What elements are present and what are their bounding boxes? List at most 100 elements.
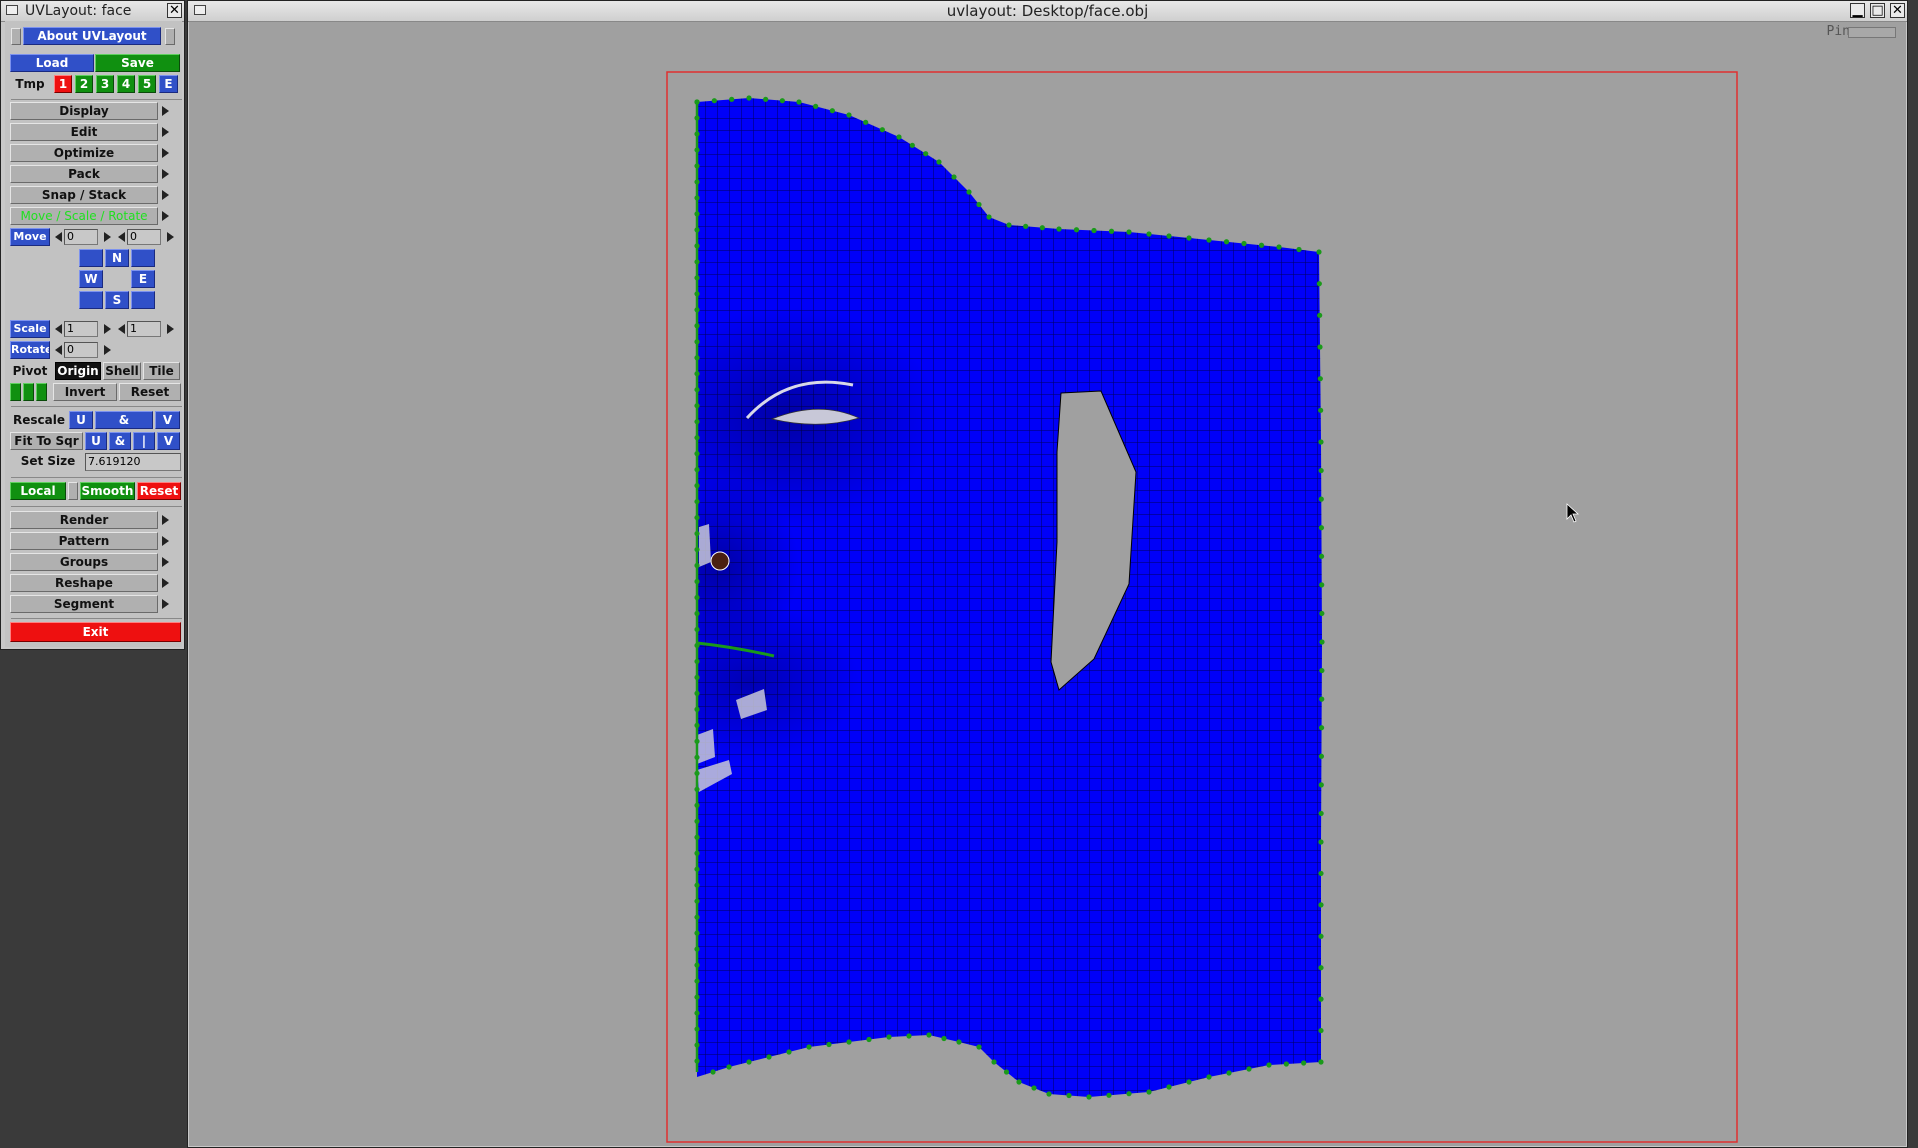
boundary-point <box>1318 467 1324 474</box>
move-nw-button[interactable] <box>79 249 103 267</box>
set-size-field[interactable]: 7.619120 <box>85 453 181 471</box>
tmp-slot-2[interactable]: 2 <box>75 75 93 93</box>
scale-y-field[interactable]: 1 <box>127 321 161 337</box>
scale-x-field[interactable]: 1 <box>64 321 98 337</box>
uv-shell-face[interactable] <box>639 92 1429 1132</box>
boundary-point <box>1108 228 1115 234</box>
boundary-point <box>1318 553 1325 559</box>
uv-canvas[interactable] <box>189 22 1906 1146</box>
window-menu-icon[interactable] <box>6 5 18 15</box>
save-button[interactable]: Save <box>95 54 180 72</box>
reset-button[interactable]: Reset <box>119 383 181 401</box>
panel-body: About UVLayout Load Save Tmp 1 2 3 4 5 E… <box>5 21 182 647</box>
boundary-point <box>1317 376 1323 382</box>
fit-bar-button[interactable]: | <box>133 432 155 450</box>
menu-optimize[interactable]: Optimize <box>10 144 158 162</box>
rotate-decrease-icon[interactable] <box>55 345 62 355</box>
move-y-increase-icon[interactable] <box>167 232 174 242</box>
menu-groups-arrow-icon <box>162 557 169 567</box>
mouse-cursor-icon <box>1566 503 1580 523</box>
invert-button[interactable]: Invert <box>53 383 117 401</box>
menu-render[interactable]: Render <box>10 511 158 529</box>
toggle-2[interactable] <box>23 383 34 401</box>
rotate-field[interactable]: 0 <box>64 342 98 358</box>
smooth-button[interactable]: Smooth <box>80 482 135 500</box>
menu-groups[interactable]: Groups <box>10 553 158 571</box>
fit-to-sqr-button[interactable]: Fit To Sqr <box>10 432 83 450</box>
menu-segment[interactable]: Segment <box>10 595 158 613</box>
move-y-field[interactable]: 0 <box>127 229 161 245</box>
boundary-point <box>1186 1079 1192 1085</box>
panel-left-handle[interactable] <box>11 28 21 45</box>
boundary-point <box>923 151 929 157</box>
menu-render-arrow-icon <box>162 515 169 525</box>
scale-y-increase-icon[interactable] <box>167 324 174 334</box>
menu-move-scale-rotate[interactable]: Move / Scale / Rotate <box>10 207 158 225</box>
move-west-button[interactable]: W <box>79 270 103 288</box>
tmp-slot-e[interactable]: E <box>159 75 178 93</box>
move-x-field[interactable]: 0 <box>64 229 98 245</box>
fit-and-button[interactable]: & <box>109 432 131 450</box>
maximize-icon[interactable]: □ <box>1870 3 1885 18</box>
scale-y-decrease-icon[interactable] <box>118 324 125 334</box>
load-button[interactable]: Load <box>10 54 94 72</box>
menu-pattern[interactable]: Pattern <box>10 532 158 550</box>
menu-snap-stack[interactable]: Snap / Stack <box>10 186 158 204</box>
pivot-origin-button[interactable]: Origin <box>55 362 101 380</box>
boundary-point <box>826 1041 832 1048</box>
boundary-point <box>1316 281 1322 287</box>
tmp-slot-1[interactable]: 1 <box>54 75 72 93</box>
rescale-v-button[interactable]: V <box>155 411 180 429</box>
rotate-button[interactable]: Rotate <box>10 341 50 359</box>
rotate-increase-icon[interactable] <box>104 345 111 355</box>
toggle-1[interactable] <box>10 383 21 401</box>
move-east-button[interactable]: E <box>131 270 155 288</box>
viewport-titlebar[interactable]: uvlayout: Desktop/face.obj ▁ □ ✕ <box>188 1 1907 22</box>
boundary-point <box>1206 1074 1212 1080</box>
move-sw-button[interactable] <box>79 291 103 309</box>
boundary-point <box>1258 242 1265 248</box>
exit-button[interactable]: Exit <box>10 622 181 642</box>
pivot-tile-button[interactable]: Tile <box>143 362 180 380</box>
tmp-slot-4[interactable]: 4 <box>117 75 135 93</box>
scale-button[interactable]: Scale <box>10 320 50 338</box>
move-south-button[interactable]: S <box>105 291 129 309</box>
close-icon[interactable]: ✕ <box>167 3 182 18</box>
close-icon[interactable]: ✕ <box>1890 3 1905 18</box>
uv-viewport[interactable]: Pin <box>189 22 1906 1146</box>
window-menu-icon[interactable] <box>194 5 206 15</box>
panel-right-handle[interactable] <box>165 28 175 45</box>
scale-x-increase-icon[interactable] <box>104 324 111 334</box>
move-y-decrease-icon[interactable] <box>118 232 125 242</box>
boundary-point <box>863 119 869 125</box>
boundary-point <box>779 98 785 104</box>
rescale-and-button[interactable]: & <box>95 411 153 429</box>
menu-display[interactable]: Display <box>10 102 158 120</box>
rescale-u-button[interactable]: U <box>69 411 93 429</box>
menu-reshape-arrow-icon <box>162 578 169 588</box>
separator <box>11 406 182 407</box>
about-uvlayout-button[interactable]: About UVLayout <box>23 27 161 45</box>
menu-edit[interactable]: Edit <box>10 123 158 141</box>
boundary-point <box>1319 696 1325 702</box>
move-ne-button[interactable] <box>131 249 155 267</box>
menu-pack[interactable]: Pack <box>10 165 158 183</box>
move-button[interactable]: Move <box>10 228 50 246</box>
move-x-increase-icon[interactable] <box>104 232 111 242</box>
minimize-icon[interactable]: ▁ <box>1850 3 1865 18</box>
toggle-3[interactable] <box>36 383 47 401</box>
scale-x-decrease-icon[interactable] <box>55 324 62 334</box>
smooth-reset-button[interactable]: Reset <box>137 482 181 500</box>
panel-titlebar[interactable]: UVLayout: face ✕ <box>1 1 184 22</box>
move-north-button[interactable]: N <box>105 249 129 267</box>
local-toggle[interactable] <box>68 482 78 500</box>
move-se-button[interactable] <box>131 291 155 309</box>
fit-v-button[interactable]: V <box>157 432 180 450</box>
menu-reshape[interactable]: Reshape <box>10 574 158 592</box>
move-x-decrease-icon[interactable] <box>55 232 62 242</box>
tmp-slot-3[interactable]: 3 <box>96 75 114 93</box>
local-button[interactable]: Local <box>10 482 66 500</box>
tmp-slot-5[interactable]: 5 <box>138 75 156 93</box>
fit-u-button[interactable]: U <box>85 432 107 450</box>
pivot-shell-button[interactable]: Shell <box>103 362 141 380</box>
